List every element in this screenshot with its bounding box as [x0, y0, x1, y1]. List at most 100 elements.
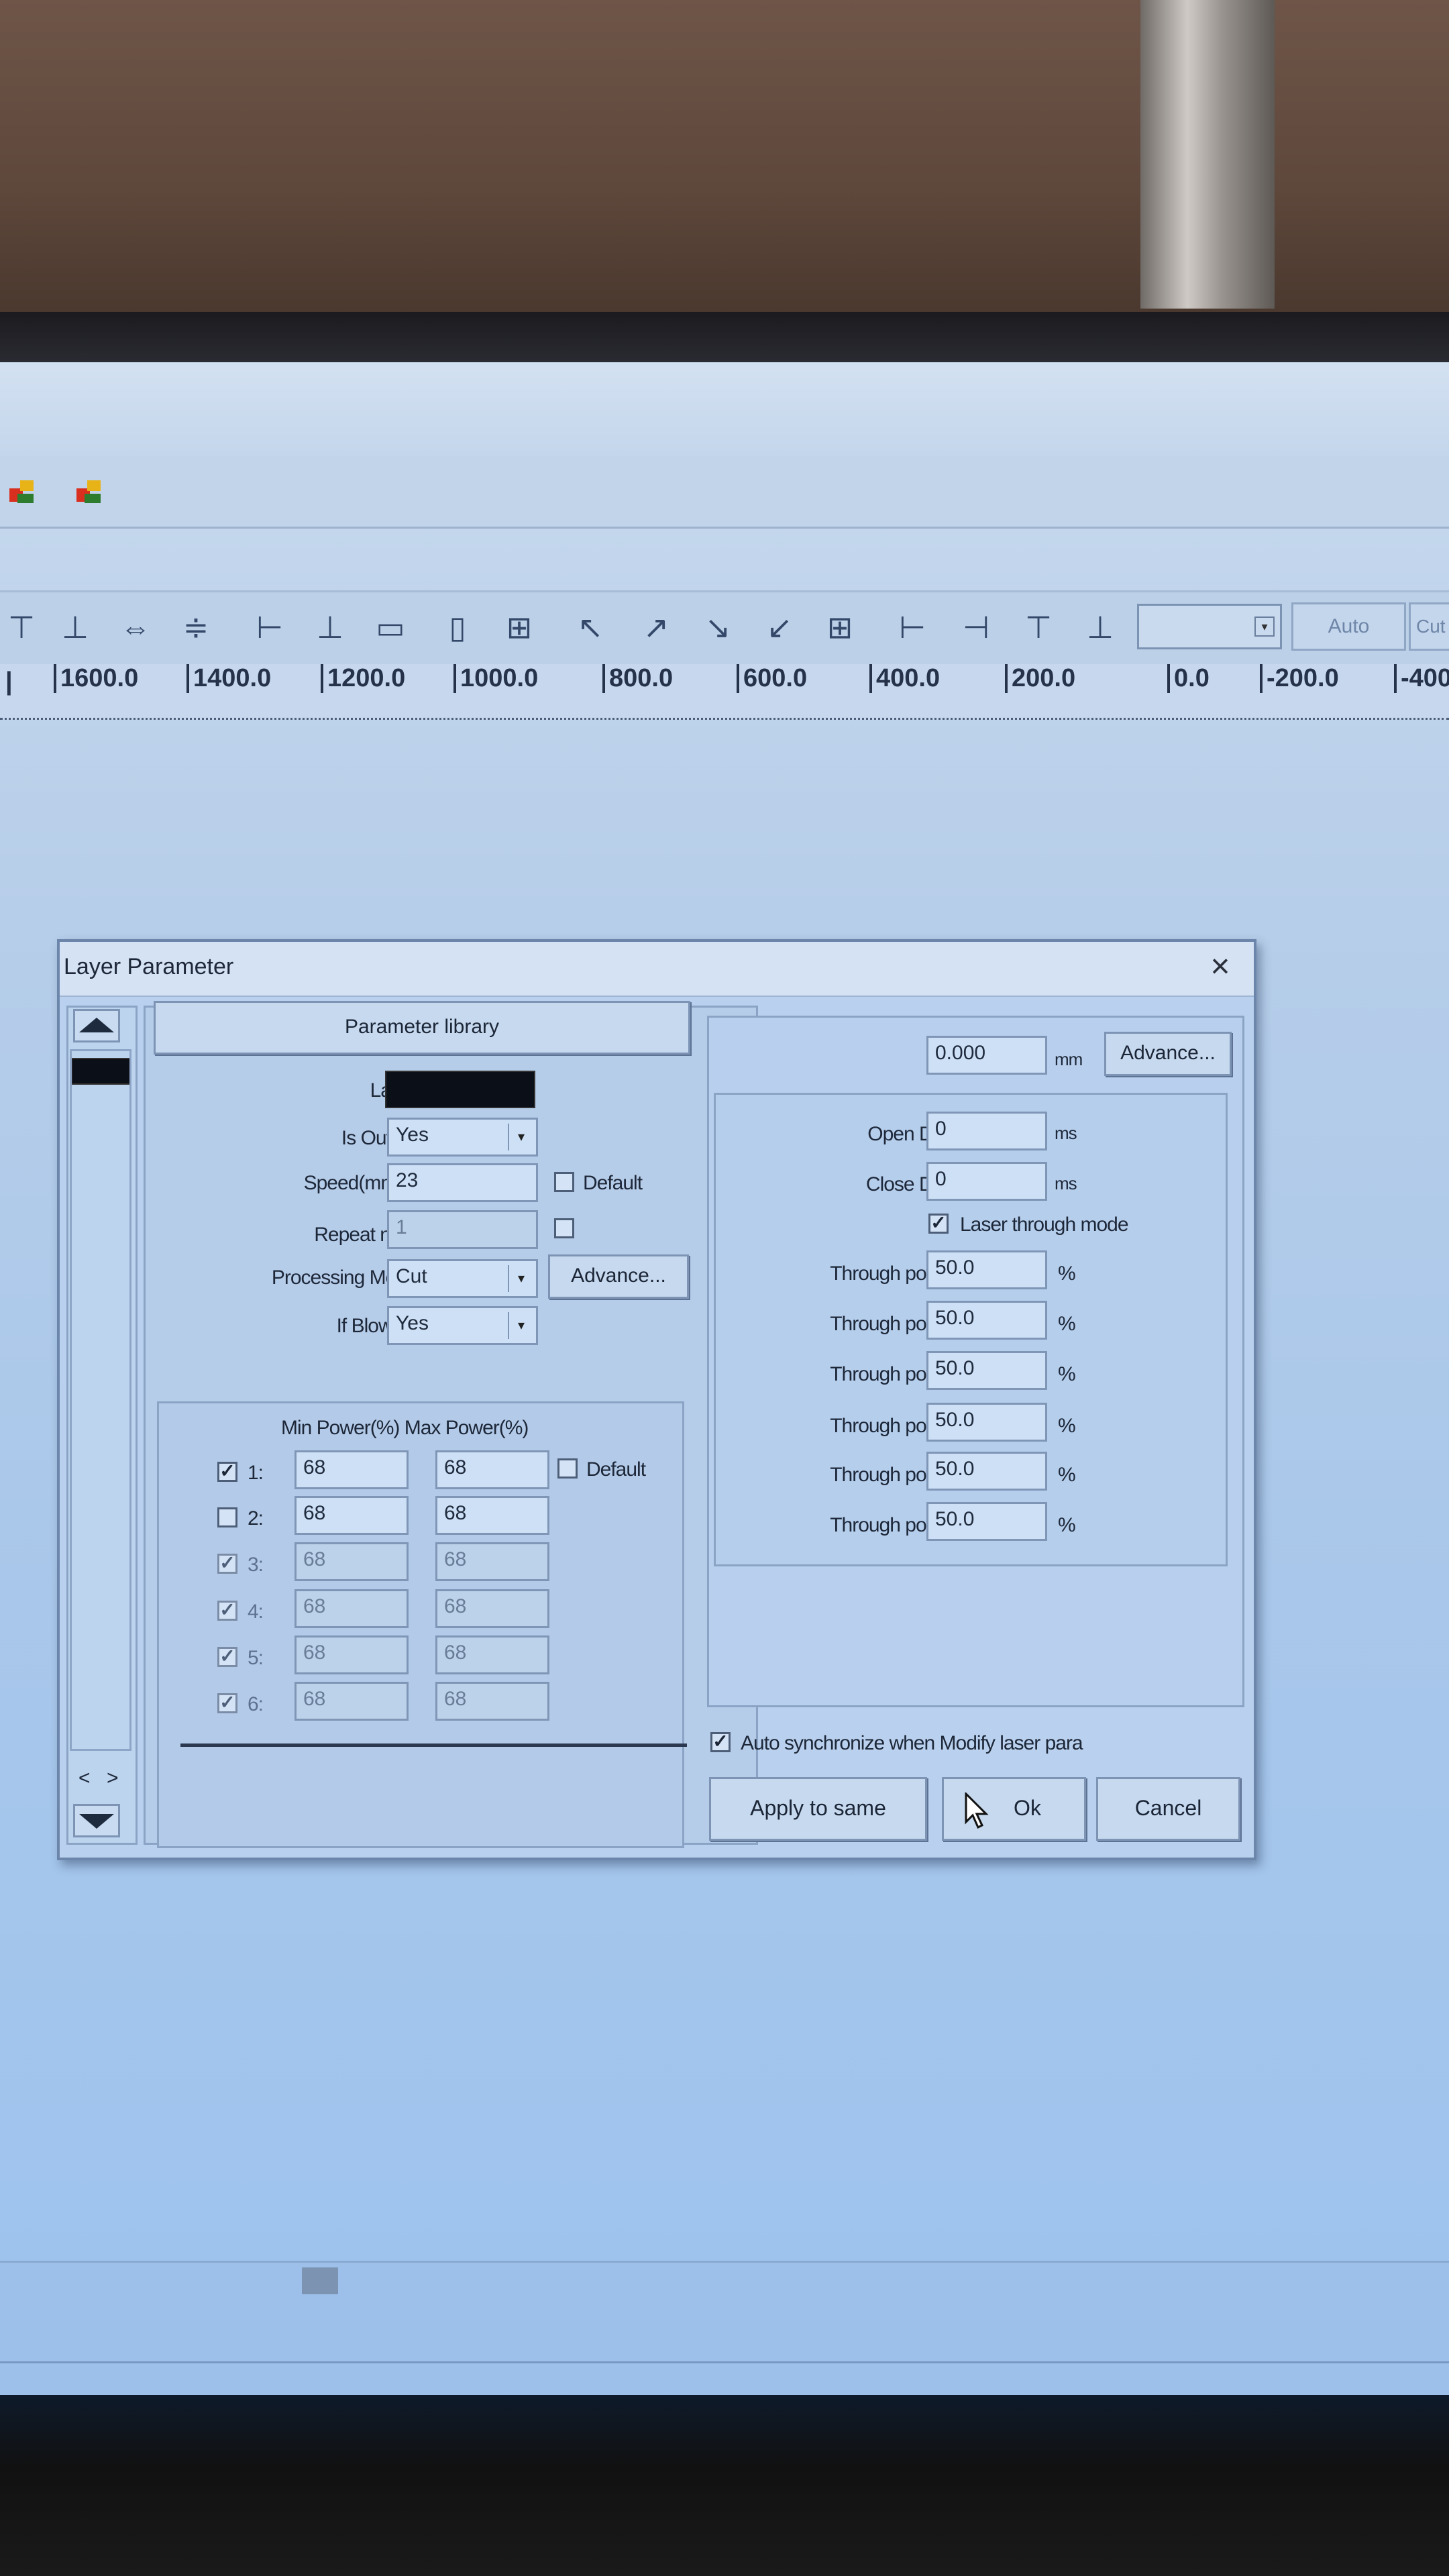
power-2-checkbox[interactable]: [217, 1507, 237, 1527]
ruler-label: 1000.0: [453, 664, 538, 693]
cancel-button[interactable]: Cancel: [1096, 1777, 1240, 1841]
move-bottom-left-icon[interactable]: ↙: [759, 607, 800, 647]
power-4-checkbox[interactable]: ✓: [217, 1601, 237, 1621]
power-row-label: 1:: [248, 1462, 264, 1484]
min-power-2-input[interactable]: 68: [294, 1496, 409, 1535]
max-power-6-input[interactable]: 68: [435, 1682, 549, 1721]
ruler-label: -400: [1394, 664, 1449, 693]
percent-unit: %: [1058, 1415, 1076, 1437]
scroll-down-button[interactable]: [73, 1804, 120, 1837]
scroll-up-button[interactable]: [73, 1009, 120, 1042]
percent-unit: %: [1058, 1313, 1076, 1335]
laser-through-checkbox[interactable]: ✓: [928, 1214, 949, 1234]
auto-sync-checkbox[interactable]: ✓: [710, 1732, 731, 1752]
move-top-icon[interactable]: ⊤: [1018, 607, 1059, 647]
power-default-checkbox[interactable]: [557, 1458, 578, 1479]
seal-unit: mm: [1055, 1049, 1083, 1069]
equal-height-icon[interactable]: ⊥: [310, 607, 350, 647]
align-center-v-icon[interactable]: ≑: [176, 607, 216, 647]
min-power-3-input[interactable]: 68: [294, 1542, 409, 1581]
power-row-label: 4:: [248, 1601, 264, 1623]
ruler-label: 1200.0: [321, 664, 405, 693]
processing-advance-button[interactable]: Advance...: [548, 1254, 689, 1299]
power-row-label: 5:: [248, 1647, 264, 1669]
seal-input[interactable]: 0.000: [926, 1036, 1047, 1075]
ruler-label: -200.0: [1260, 664, 1339, 693]
close-icon[interactable]: ×: [1200, 946, 1240, 986]
parameter-library-button[interactable]: Parameter library: [154, 1001, 690, 1055]
blowing-select[interactable]: Yes ▾: [387, 1306, 538, 1345]
nav-left-icon[interactable]: <: [78, 1767, 91, 1790]
seal-advance-button[interactable]: Advance...: [1104, 1032, 1232, 1076]
max-power-5-input[interactable]: 68: [435, 1635, 549, 1674]
ok-button[interactable]: Ok: [942, 1777, 1086, 1841]
chevron-down-icon: ▾: [1254, 616, 1275, 637]
through-power-3-input[interactable]: 50.0: [926, 1351, 1047, 1390]
power-1-checkbox[interactable]: ✓: [217, 1462, 237, 1482]
processing-mode-select[interactable]: Cut ▾: [387, 1259, 538, 1298]
layer-tool-icon-2[interactable]: [72, 475, 106, 508]
max-power-3-input[interactable]: 68: [435, 1542, 549, 1581]
power-3-checkbox[interactable]: ✓: [217, 1554, 237, 1574]
max-power-4-input[interactable]: 68: [435, 1589, 549, 1628]
open-delay-input[interactable]: 0: [926, 1112, 1047, 1150]
speed-default-checkbox[interactable]: [554, 1172, 574, 1192]
chevron-down-icon: ▾: [508, 1124, 533, 1150]
scroll-thumb[interactable]: [302, 2267, 338, 2294]
ruler-tick: |: [5, 667, 13, 696]
move-top-left-icon[interactable]: ↖: [570, 607, 610, 647]
align-bottom-icon[interactable]: ⊥: [55, 607, 95, 647]
same-size-icon[interactable]: ⊞: [499, 607, 539, 647]
apply-to-same-button[interactable]: Apply to same: [709, 1777, 927, 1841]
same-width-icon[interactable]: ▭: [370, 607, 411, 647]
through-power-4-input[interactable]: 50.0: [926, 1403, 1047, 1442]
arrow-down-icon: [79, 1814, 114, 1829]
min-power-1-input[interactable]: 68: [294, 1450, 409, 1489]
move-bottom-right-icon[interactable]: ↘: [698, 607, 738, 647]
move-right-icon[interactable]: ⊣: [956, 607, 996, 647]
dialog-titlebar: Layer Parameter ×: [60, 942, 1254, 997]
open-delay-unit: ms: [1055, 1123, 1077, 1143]
background-pipe: [1140, 0, 1275, 309]
max-power-2-input[interactable]: 68: [435, 1496, 549, 1535]
is-output-select[interactable]: Yes ▾: [387, 1118, 538, 1157]
through-power-2-input[interactable]: 50.0: [926, 1301, 1047, 1340]
equal-width-icon[interactable]: ⊢: [250, 607, 290, 647]
power-row-label: 3:: [248, 1554, 264, 1576]
move-bottom-icon[interactable]: ⊥: [1080, 607, 1120, 647]
toolbar-combo[interactable]: ▾: [1137, 604, 1282, 649]
auto-button[interactable]: Auto: [1291, 602, 1406, 651]
power-5-checkbox[interactable]: ✓: [217, 1647, 237, 1667]
is-output-value: Yes: [396, 1124, 429, 1146]
ruler-label: 600.0: [737, 664, 807, 693]
cut-button[interactable]: Cut: [1409, 602, 1449, 651]
max-power-1-input[interactable]: 68: [435, 1450, 549, 1489]
close-delay-input[interactable]: 0: [926, 1162, 1047, 1201]
nav-right-icon[interactable]: >: [107, 1767, 119, 1790]
move-top-right-icon[interactable]: ↗: [636, 607, 676, 647]
power-6-checkbox[interactable]: ✓: [217, 1693, 237, 1713]
through-power-1-input[interactable]: 50.0: [926, 1250, 1047, 1289]
speed-input[interactable]: 23: [387, 1163, 538, 1202]
dialog-title: Layer Parameter: [64, 954, 234, 979]
move-left-icon[interactable]: ⊢: [892, 607, 932, 647]
through-power-6-input[interactable]: 50.0: [926, 1502, 1047, 1541]
min-power-6-input[interactable]: 68: [294, 1682, 409, 1721]
move-center-icon[interactable]: ⊞: [820, 607, 860, 647]
align-center-h-icon[interactable]: ⇔: [115, 607, 156, 647]
repeat-checkbox[interactable]: [554, 1218, 574, 1238]
monitor-bezel-bottom: [0, 2395, 1449, 2576]
min-power-4-input[interactable]: 68: [294, 1589, 409, 1628]
menu-bar: [0, 456, 1449, 529]
percent-unit: %: [1058, 1514, 1076, 1536]
repeat-input[interactable]: 1: [387, 1210, 538, 1249]
ruler-label: 0.0: [1167, 664, 1210, 693]
through-power-5-input[interactable]: 50.0: [926, 1452, 1047, 1491]
layer-tool-icon[interactable]: [5, 475, 39, 508]
min-power-5-input[interactable]: 68: [294, 1635, 409, 1674]
layer-color-swatch[interactable]: [385, 1071, 535, 1108]
ruler-label: 800.0: [602, 664, 673, 693]
align-top-icon[interactable]: ⊤: [1, 607, 42, 647]
power-row-label: 6:: [248, 1693, 264, 1715]
same-height-icon[interactable]: ▯: [437, 607, 478, 647]
